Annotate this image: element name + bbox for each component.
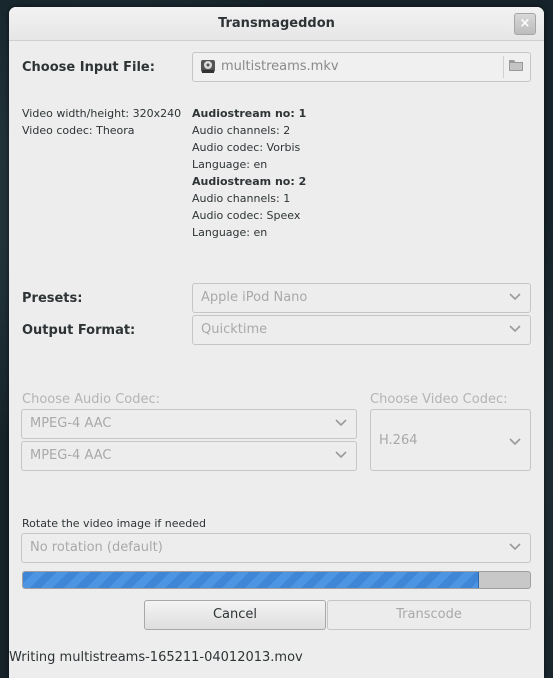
input-file-chooser[interactable]: multistreams.mkv: [192, 52, 531, 82]
film-reel-icon: [201, 60, 215, 73]
progress-fill: [23, 572, 480, 588]
output-format-value: Quicktime: [201, 322, 268, 337]
presets-label: Presets:: [22, 291, 83, 306]
rotation-dropdown[interactable]: No rotation (default): [21, 533, 531, 563]
cancel-button[interactable]: Cancel: [144, 600, 326, 630]
chevron-down-icon: [509, 438, 521, 446]
folder-icon[interactable]: [508, 58, 524, 72]
audio-codec-value: MPEG-4 AAC: [30, 416, 112, 431]
audio-codec-value: MPEG-4 AAC: [30, 448, 112, 463]
video-codec-dropdown[interactable]: H.264: [370, 409, 531, 471]
audio-streams-info: Audiostream no: 1 Audio channels: 2 Audi…: [192, 105, 306, 241]
audio-codec-dropdown[interactable]: MPEG-4 AAC: [21, 441, 357, 471]
input-filename: multistreams.mkv: [221, 59, 339, 74]
audiostream-header: Audiostream no: 1: [192, 107, 307, 120]
audio-language: Language: en: [192, 158, 268, 171]
video-codec-value: H.264: [379, 433, 418, 448]
audio-channels: Audio channels: 2: [192, 124, 291, 137]
output-format-label: Output Format:: [22, 323, 136, 338]
audio-codec-dropdown[interactable]: MPEG-4 AAC: [21, 409, 357, 439]
chevron-down-icon: [509, 543, 521, 551]
title-bar: Transmageddon ×: [9, 7, 544, 41]
chevron-down-icon: [335, 419, 347, 427]
audio-codec-info: Audio codec: Speex: [192, 209, 301, 222]
audio-codec-label: Choose Audio Codec:: [22, 392, 161, 407]
chevron-down-icon: [509, 293, 521, 301]
chevron-down-icon: [509, 325, 521, 333]
rotation-label: Rotate the video image if needed: [22, 517, 207, 530]
output-format-dropdown[interactable]: Quicktime: [192, 315, 531, 345]
window-title: Transmageddon: [218, 16, 335, 31]
chevron-down-icon: [335, 451, 347, 459]
rotation-value: No rotation (default): [30, 540, 163, 555]
transmageddon-window: Transmageddon × Choose Input File: multi…: [9, 7, 544, 678]
presets-value: Apple iPod Nano: [201, 290, 308, 305]
audio-codec-info: Audio codec: Vorbis: [192, 141, 301, 154]
video-codec: Video codec: Theora: [22, 124, 135, 137]
file-chooser-separator: [503, 56, 504, 78]
input-file-label: Choose Input File:: [22, 60, 155, 75]
presets-dropdown[interactable]: Apple iPod Nano: [192, 283, 531, 313]
video-codec-label: Choose Video Codec:: [370, 392, 508, 407]
status-text: Writing multistreams-165211-04012013.mov: [9, 650, 303, 665]
close-button[interactable]: ×: [514, 13, 536, 35]
audio-language: Language: en: [192, 226, 268, 239]
transcode-button[interactable]: Transcode: [327, 600, 531, 630]
video-dimensions: Video width/height: 320x240: [22, 107, 182, 120]
audio-channels: Audio channels: 1: [192, 192, 291, 205]
audiostream-header: Audiostream no: 2: [192, 175, 307, 188]
video-info: Video width/height: 320x240 Video codec:…: [22, 105, 181, 139]
transcode-progress-bar: [22, 571, 531, 589]
